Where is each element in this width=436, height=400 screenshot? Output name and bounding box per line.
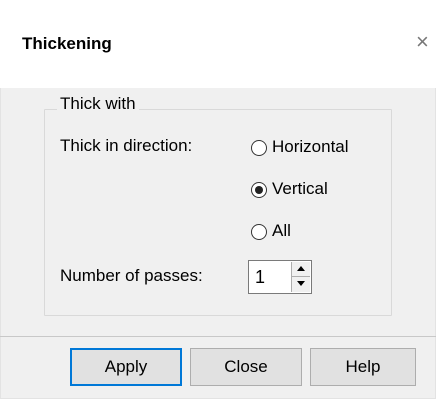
spinner-up-button[interactable] [292, 262, 310, 277]
passes-label: Number of passes: [60, 266, 203, 285]
radio-vertical-label[interactable]: Vertical [272, 179, 328, 199]
direction-label: Thick in direction: [60, 136, 193, 155]
spinner-down-button[interactable] [292, 277, 310, 292]
spinner-buttons [291, 262, 310, 292]
radio-all-label[interactable]: All [272, 221, 291, 241]
passes-value[interactable]: 1 [255, 266, 265, 288]
groupbox-title: Thick with [57, 94, 139, 114]
radio-horizontal[interactable] [251, 140, 267, 156]
button-separator [0, 336, 436, 337]
title-bar: Thickening × [0, 0, 436, 88]
arrow-up-icon [297, 266, 305, 271]
close-icon[interactable]: × [416, 30, 429, 54]
radio-vertical[interactable] [251, 182, 267, 198]
arrow-down-icon [297, 281, 305, 286]
radio-all[interactable] [251, 224, 267, 240]
passes-spinner[interactable]: 1 [248, 260, 312, 294]
help-button[interactable]: Help [310, 348, 416, 386]
radio-horizontal-label[interactable]: Horizontal [272, 137, 349, 157]
close-button[interactable]: Close [190, 348, 302, 386]
dialog-title: Thickening [22, 34, 112, 53]
thickening-dialog: Thickening × Thick with Thick in directi… [0, 0, 436, 400]
apply-button[interactable]: Apply [70, 348, 182, 386]
